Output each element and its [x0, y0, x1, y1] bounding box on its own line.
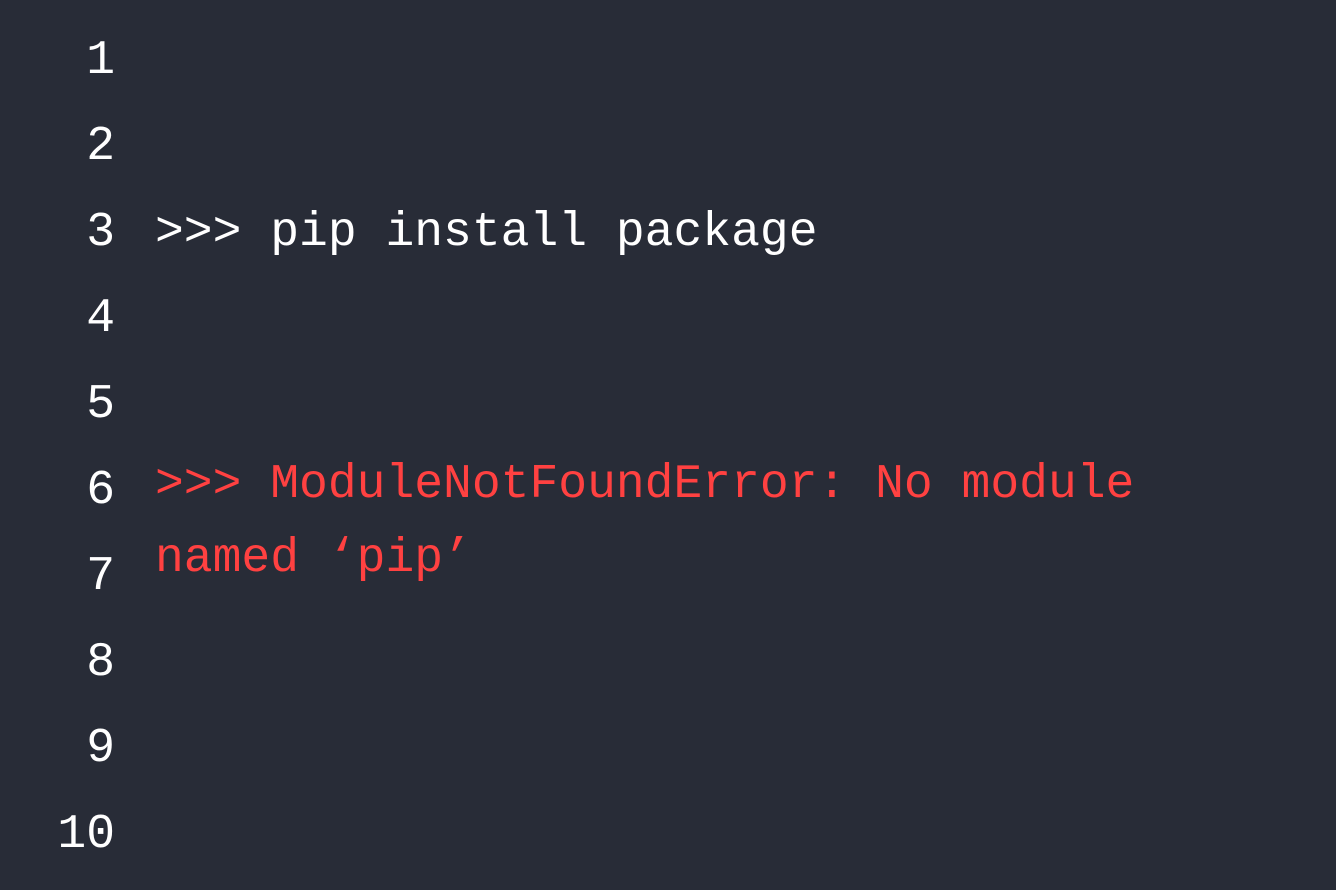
line-number: 6: [0, 448, 115, 534]
code-line: [155, 18, 1296, 104]
line-number: 8: [0, 620, 115, 706]
line-number: 1: [0, 18, 115, 104]
line-number: 10: [0, 792, 115, 878]
line-number: 2: [0, 104, 115, 190]
line-number: 3: [0, 190, 115, 276]
line-number: 9: [0, 706, 115, 792]
line-number: 7: [0, 534, 115, 620]
line-number-gutter: 1 2 3 4 5 6 7 8 9 10: [0, 18, 115, 890]
line-number: 4: [0, 276, 115, 362]
code-line: [155, 362, 1296, 448]
code-content[interactable]: >>> pip install package >>> ModuleNotFou…: [115, 18, 1336, 890]
code-line: [155, 104, 1296, 190]
code-line: >>> pip install package: [155, 190, 1296, 276]
code-line: [155, 276, 1296, 362]
code-editor[interactable]: 1 2 3 4 5 6 7 8 9 10 >>> pip install pac…: [0, 0, 1336, 890]
line-number: 5: [0, 362, 115, 448]
error-message: >>> ModuleNotFoundError: No module named…: [155, 448, 1275, 596]
